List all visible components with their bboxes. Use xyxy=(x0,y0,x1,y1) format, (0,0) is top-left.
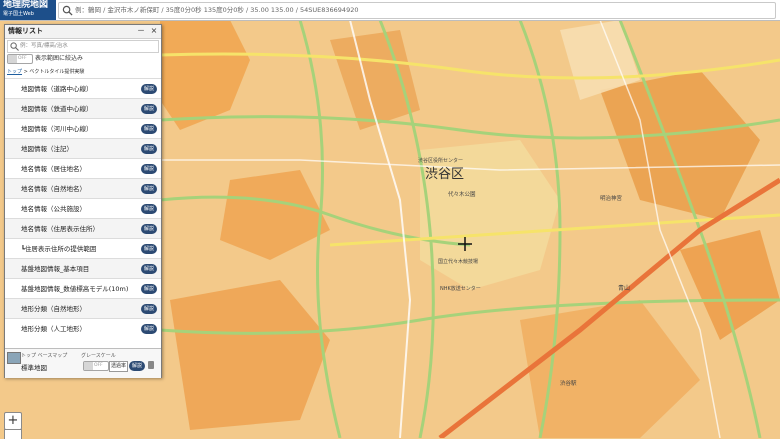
basemap-tag: トップ ベースマップ xyxy=(21,353,68,359)
list-item-label: 地形分類（人工地形） xyxy=(21,325,86,333)
grayscale-label: グレースケール xyxy=(81,353,116,359)
map-label-jingu: 明治神宮 xyxy=(600,194,623,202)
list-item[interactable]: 地名情報（公共施設） 解説 xyxy=(5,198,161,219)
explain-button[interactable]: 解説 xyxy=(141,264,157,274)
map-label-olympic: 国立代々木競技場 xyxy=(438,258,478,265)
explain-button[interactable]: 解説 xyxy=(141,284,157,294)
search-icon xyxy=(62,5,73,16)
map-label-shibuya-station: 渋谷駅 xyxy=(560,379,577,387)
explain-button[interactable]: 解説 xyxy=(141,164,157,174)
explain-button[interactable]: 解説 xyxy=(141,304,157,314)
list-item[interactable]: 地形分類（人工地形） 解説 xyxy=(5,318,161,339)
list-item-label: 地名情報（公共施設） xyxy=(21,205,86,213)
app-logo[interactable]: 地理院地図 電子国土Web xyxy=(0,0,56,20)
list-item[interactable]: 基盤地図情報_数値標高モデル(10m) 解説 xyxy=(5,278,161,299)
list-item-label: 地名情報（自然地名） xyxy=(21,185,86,193)
list-item[interactable]: 地図情報（注記） 解説 xyxy=(5,138,161,159)
list-item[interactable]: 地図情報（道路中心線） 解説 xyxy=(5,78,161,99)
list-item-label: 基盤地図情報_数値標高モデル(10m) xyxy=(21,285,129,293)
grayscale-toggle[interactable]: OFF xyxy=(83,361,109,371)
list-item-label: 地図情報（河川中心線） xyxy=(21,125,93,133)
explain-button[interactable]: 解説 xyxy=(141,144,157,154)
search-input[interactable] xyxy=(75,4,765,16)
list-item-label: 基盤地図情報_基本項目 xyxy=(21,265,90,273)
filter-input[interactable] xyxy=(20,41,154,51)
toggle-state: OFF xyxy=(18,56,27,61)
toggle-state: OFF xyxy=(94,363,103,368)
explain-button[interactable]: 解説 xyxy=(141,224,157,234)
basemap-thumbnail[interactable] xyxy=(7,352,21,364)
basemap-explain-button[interactable]: 解説 xyxy=(129,361,145,371)
list-item-label: 地名情報（居住地名） xyxy=(21,165,86,173)
toggle-knob xyxy=(84,362,93,370)
panel-title: 情報リスト xyxy=(8,27,43,35)
explain-button[interactable]: 解説 xyxy=(141,324,157,334)
explain-button[interactable]: 解説 xyxy=(141,104,157,114)
list-item[interactable]: 地名情報（住居表示住所） 解説 xyxy=(5,218,161,239)
list-item-label: 地図情報（道路中心線） xyxy=(21,85,93,93)
logo-subtitle: 電子国土Web xyxy=(3,11,34,17)
breadcrumb-top-link[interactable]: トップ xyxy=(7,69,22,75)
list-item-label: 地図情報（注記） xyxy=(21,145,73,153)
logo-title: 地理院地図 xyxy=(3,0,49,10)
list-item[interactable]: ┗住居表示住所の提供範囲 解説 xyxy=(5,238,161,259)
search-box[interactable] xyxy=(58,2,776,19)
map-label-park: 代々木公園 xyxy=(448,190,476,198)
map-label-aoyama: 青山 xyxy=(618,284,630,292)
search-icon xyxy=(10,42,19,51)
top-bar: 地理院地図 電子国土Web xyxy=(0,0,780,21)
basemap-name: 標準地図 xyxy=(21,364,47,372)
ward-label: 渋谷区 xyxy=(425,167,464,182)
trash-icon[interactable] xyxy=(148,361,154,369)
basemap-section: トップ ベースマップ 標準地図 グレースケール OFF 透過率 解説 xyxy=(5,348,161,378)
list-item[interactable]: 地名情報（自然地名） 解説 xyxy=(5,178,161,199)
minimize-button[interactable]: － xyxy=(135,25,147,38)
map-label-center: 渋谷区役所センター xyxy=(418,157,463,164)
opacity-button[interactable]: 透過率 xyxy=(109,361,128,372)
list-item-label: 地形分類（自然地形） xyxy=(21,305,86,313)
explain-button[interactable]: 解説 xyxy=(141,184,157,194)
explain-button[interactable]: 解説 xyxy=(141,124,157,134)
list-item[interactable]: 地図情報（鉄道中心線） 解説 xyxy=(5,98,161,119)
list-item[interactable]: 地名情報（居住地名） 解説 xyxy=(5,158,161,179)
explain-button[interactable]: 解説 xyxy=(141,84,157,94)
list-item-label: 地名情報（住居表示住所） xyxy=(21,225,99,233)
close-button[interactable]: × xyxy=(148,25,160,38)
filter-box[interactable] xyxy=(7,40,159,53)
list-item-label: 地図情報（鉄道中心線） xyxy=(21,105,93,113)
breadcrumb-current: ベクトルタイル提供実験 xyxy=(29,69,85,75)
panel-header: 情報リスト － × xyxy=(5,25,161,39)
list-item-label: ┗住居表示住所の提供範囲 xyxy=(21,245,97,253)
list-item[interactable]: 地形分類（自然地形） 解説 xyxy=(5,298,161,319)
breadcrumb: トップ > ベクトルタイル提供実験 xyxy=(7,68,84,75)
range-filter-label: 表示範囲に絞込み xyxy=(35,55,84,62)
list-item[interactable]: 地図情報（河川中心線） 解説 xyxy=(5,118,161,139)
list-item[interactable]: 基盤地図情報_基本項目 解説 xyxy=(5,258,161,279)
toggle-knob xyxy=(8,55,17,63)
info-list-panel: 情報リスト － × OFF 表示範囲に絞込み トップ > ベクトルタイル提供実験… xyxy=(4,24,162,378)
explain-button[interactable]: 解説 xyxy=(141,244,157,254)
explain-button[interactable]: 解説 xyxy=(141,204,157,214)
range-toggle[interactable]: OFF xyxy=(7,54,33,64)
map-label-nhk: NHK放送センター xyxy=(440,285,481,292)
zoom-in-button[interactable]: + xyxy=(4,412,22,430)
